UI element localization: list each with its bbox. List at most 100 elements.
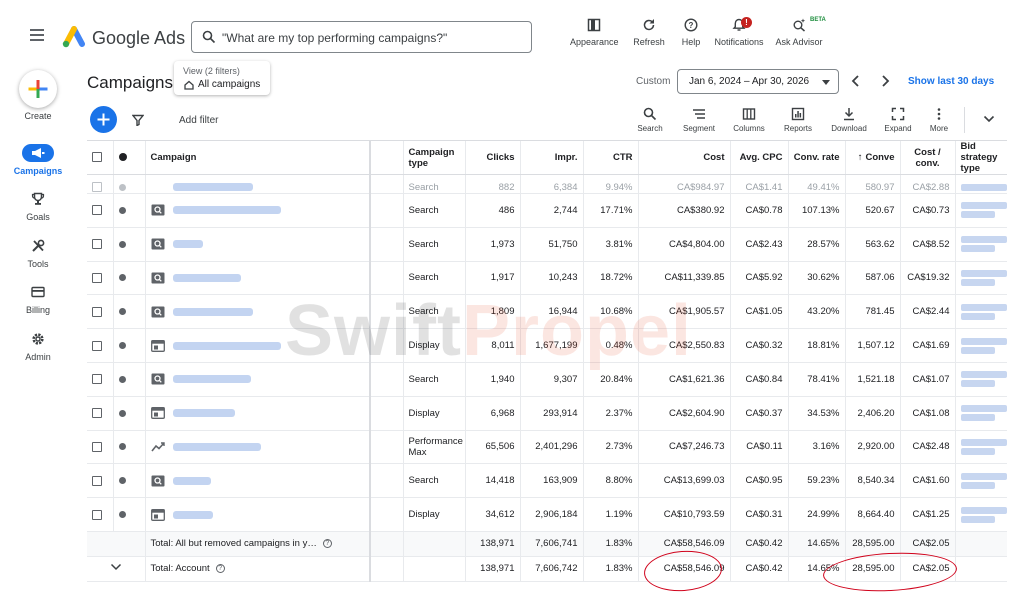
column-header-impr[interactable]: Impr. bbox=[520, 141, 584, 175]
campaign-name-cell[interactable] bbox=[145, 294, 371, 330]
help-circle-icon[interactable]: ? bbox=[215, 564, 225, 574]
row-status-dot[interactable] bbox=[113, 396, 146, 431]
impressions-cell: 163,909 bbox=[520, 463, 584, 499]
row-checkbox[interactable] bbox=[87, 227, 114, 262]
nav-item-admin[interactable]: Admin bbox=[0, 330, 76, 362]
row-status-dot[interactable] bbox=[113, 463, 146, 499]
campaign-name-cell[interactable] bbox=[145, 497, 371, 532]
row-checkbox[interactable] bbox=[87, 362, 114, 397]
row-status-dot[interactable] bbox=[113, 328, 146, 363]
table-row[interactable]: Search 14,418 163,909 8.80% CA$13,699.03 CA$0… bbox=[87, 463, 1007, 499]
refresh-button[interactable]: Refresh bbox=[630, 18, 668, 47]
appearance-button[interactable]: Appearance bbox=[570, 18, 619, 47]
campaign-name-cell[interactable] bbox=[145, 328, 371, 363]
campaign-name-cell[interactable] bbox=[145, 193, 371, 228]
search-icon bbox=[643, 107, 657, 121]
toolbar-search-button[interactable]: Search bbox=[632, 107, 668, 133]
toolbar-columns-button[interactable]: Columns bbox=[729, 107, 769, 133]
column-header-ctr[interactable]: CTR bbox=[583, 141, 639, 175]
show-last-30-days-link[interactable]: Show last 30 days bbox=[908, 76, 994, 87]
add-filter-button[interactable]: Add filter bbox=[179, 115, 218, 126]
table-row[interactable]: Search 1,940 9,307 20.84% CA$1,621.36 CA$0.84… bbox=[87, 362, 1007, 397]
campaign-name-cell[interactable] bbox=[145, 362, 371, 397]
table-row[interactable]: Display 6,968 293,914 2.37% CA$2,604.90 CA$0.… bbox=[87, 396, 1007, 431]
campaign-name-cell[interactable] bbox=[145, 261, 371, 296]
nav-item-campaigns[interactable]: Campaigns bbox=[0, 144, 76, 176]
toolbar-segment-button[interactable]: Segment bbox=[679, 107, 719, 133]
campaign-type-cell: Search bbox=[403, 294, 466, 330]
row-status-dot[interactable] bbox=[113, 227, 146, 262]
row-checkbox[interactable] bbox=[87, 294, 114, 330]
column-header-cost[interactable]: Cost bbox=[638, 141, 731, 175]
create-button[interactable] bbox=[19, 70, 57, 108]
more-vert-icon bbox=[937, 108, 941, 120]
segment-icon bbox=[693, 109, 705, 119]
search-bar[interactable]: "What are my top performing campaigns?" bbox=[191, 21, 532, 53]
column-header-avg-cpc[interactable]: Avg. CPC bbox=[730, 141, 789, 175]
campaign-name-cell[interactable] bbox=[145, 227, 371, 262]
table-row-partial[interactable]: Search 882 6,384 9.94% CA$984.97 CA$1.41… bbox=[87, 174, 1007, 194]
frozen-column-divider[interactable] bbox=[369, 141, 371, 582]
filter-icon[interactable] bbox=[132, 114, 144, 126]
table-row[interactable]: Display 8,011 1,677,199 0.48% CA$2,550.83 CA$… bbox=[87, 328, 1007, 363]
date-range-picker[interactable]: Jan 6, 2024 – Apr 30, 2026 bbox=[677, 69, 839, 94]
table-row[interactable]: Search 486 2,744 17.71% CA$380.92 CA$0.78 107.… bbox=[87, 193, 1007, 228]
nav-item-tools[interactable]: Tools bbox=[0, 237, 76, 269]
chevron-left-icon[interactable] bbox=[851, 74, 861, 88]
table-row[interactable]: Search 1,973 51,750 3.81% CA$4,804.00 CA$2.43… bbox=[87, 227, 1007, 262]
campaign-name-cell[interactable] bbox=[145, 463, 371, 499]
table-row[interactable]: Performance Max 65,506 2,401,296 2.73% CA$7,… bbox=[87, 430, 1007, 465]
column-header-campaign[interactable]: Campaign bbox=[145, 141, 371, 175]
chevron-down-icon[interactable] bbox=[983, 115, 995, 123]
clicks-cell: 1,973 bbox=[465, 227, 521, 262]
toolbar-expand-button[interactable]: Expand bbox=[881, 107, 915, 133]
campaign-name-cell[interactable] bbox=[145, 430, 371, 465]
table-row[interactable]: Display 34,612 2,906,184 1.19% CA$10,793.59 C… bbox=[87, 497, 1007, 532]
redacted-bid-strategy bbox=[955, 362, 1007, 397]
status-column-header[interactable] bbox=[113, 141, 146, 175]
help-button[interactable]: ? Help bbox=[676, 18, 706, 47]
view-selector[interactable]: View (2 filters) All campaigns bbox=[174, 61, 270, 95]
frozen-spacer bbox=[370, 294, 404, 330]
column-header-cost-per-conv[interactable]: Cost / conv. bbox=[900, 141, 956, 175]
row-checkbox[interactable] bbox=[87, 261, 114, 296]
row-status-dot[interactable] bbox=[113, 497, 146, 532]
row-checkbox[interactable] bbox=[87, 396, 114, 431]
row-checkbox[interactable] bbox=[87, 328, 114, 363]
table-row[interactable]: Search 1,809 16,944 10.68% CA$1,905.57 CA$1.0… bbox=[87, 294, 1007, 330]
cost-per-conv-cell: CA$1.08 bbox=[900, 396, 956, 431]
row-checkbox[interactable] bbox=[87, 497, 114, 532]
toolbar-more-button[interactable]: More bbox=[925, 107, 953, 133]
hamburger-menu-icon[interactable] bbox=[30, 29, 46, 41]
row-checkbox[interactable] bbox=[87, 463, 114, 499]
row-status-dot[interactable] bbox=[113, 430, 146, 465]
row-status-dot[interactable] bbox=[113, 193, 146, 228]
toolbar-reports-button[interactable]: Reports bbox=[779, 107, 817, 133]
frozen-spacer bbox=[370, 362, 404, 397]
column-header-conv-rate[interactable]: Conv. rate bbox=[788, 141, 846, 175]
nav-item-goals[interactable]: Goals bbox=[0, 190, 76, 222]
column-header-bid-strategy[interactable]: Bid strategy type bbox=[955, 141, 1007, 175]
conv-rate-cell: 28.57% bbox=[788, 227, 846, 262]
row-checkbox[interactable] bbox=[87, 430, 114, 465]
table-row[interactable]: Search 1,917 10,243 18.72% CA$11,339.85 CA$5.… bbox=[87, 261, 1007, 296]
row-status-dot[interactable] bbox=[113, 261, 146, 296]
row-status-dot[interactable] bbox=[113, 294, 146, 330]
select-all-checkbox[interactable] bbox=[87, 141, 114, 175]
column-header-clicks[interactable]: Clicks bbox=[465, 141, 521, 175]
columns-icon bbox=[742, 108, 756, 120]
notifications-button[interactable]: Notifications bbox=[712, 18, 766, 47]
chevron-down-icon[interactable] bbox=[110, 563, 122, 571]
row-status-dot[interactable] bbox=[113, 362, 146, 397]
chevron-right-icon[interactable] bbox=[880, 74, 890, 88]
toolbar-download-button[interactable]: Download bbox=[827, 107, 871, 133]
column-header-campaign-type[interactable]: Campaign type bbox=[403, 141, 466, 175]
cost-cell: CA$10,793.59 bbox=[638, 497, 731, 532]
row-checkbox[interactable] bbox=[87, 193, 114, 228]
help-circle-icon[interactable]: ? bbox=[322, 539, 332, 549]
add-campaign-button[interactable] bbox=[90, 106, 117, 133]
column-header-conversions[interactable]: ↑ Conve bbox=[845, 141, 901, 175]
campaign-name-cell[interactable] bbox=[145, 396, 371, 431]
nav-item-billing[interactable]: Billing bbox=[0, 283, 76, 315]
clicks-cell: 1,917 bbox=[465, 261, 521, 296]
